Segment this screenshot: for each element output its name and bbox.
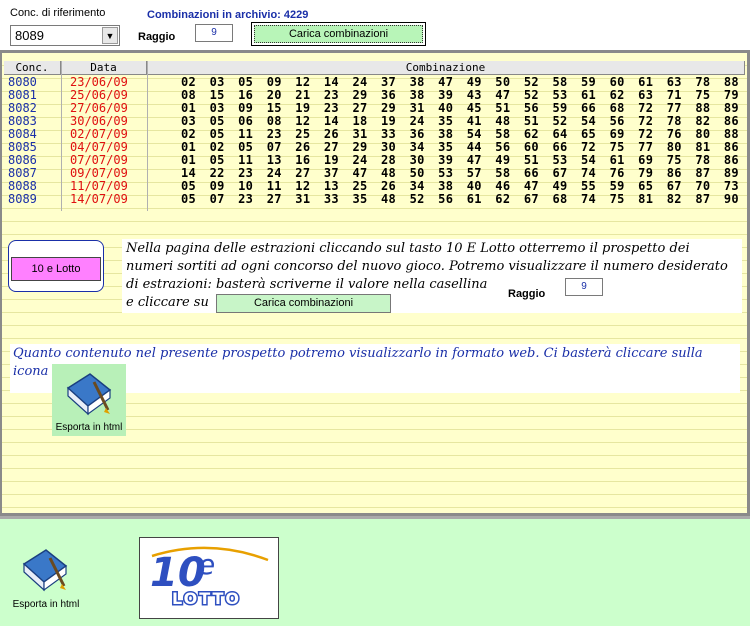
table-body: 8080 23/06/09 02 03 05 09 12 14 24 37 38 4… (4, 76, 744, 206)
book-pen-icon (66, 373, 112, 416)
instructions-line: numeri sortiti ad ogni concorso del nuov… (126, 259, 728, 274)
export-html-button[interactable]: Esporta in html (8, 544, 84, 614)
date-cell: 14/07/09 (70, 192, 128, 206)
example-raggio-input: 9 (565, 278, 603, 296)
conc-select-value: 8089 (15, 28, 44, 43)
chevron-down-icon[interactable]: ▼ (102, 27, 118, 44)
web-export-line: Quanto contenuto nel presente prospetto … (13, 346, 703, 361)
toolbar: Conc. di riferimento 8089 ▼ Combinazioni… (0, 0, 750, 50)
logo-e: e (198, 548, 215, 581)
instructions-line: Nella pagina delle estrazioni cliccando … (126, 241, 690, 256)
export-html-example: Esporta in html (52, 364, 126, 436)
col-header-combinazione: Combinazione (147, 61, 745, 75)
raggio-label: Raggio (138, 31, 176, 43)
raggio-input[interactable]: 9 (195, 24, 233, 42)
load-combinations-button[interactable]: Carica combinazioni (251, 22, 426, 46)
export-html-label: Esporta in html (12, 599, 80, 610)
conc-label: Conc. di riferimento (10, 7, 106, 19)
example-raggio-label: Raggio (508, 288, 546, 300)
logo-lotto: LOTTO (172, 589, 241, 608)
table-row[interactable]: 8089 14/07/09 05 07 23 27 31 33 35 48 52 5… (4, 193, 744, 206)
conc-cell: 8089 (8, 192, 37, 206)
instructions-line: di estrazioni: basterà scriverne il valo… (126, 277, 488, 292)
col-header-data: Data (61, 61, 147, 75)
load-combinations-label: Carica combinazioni (254, 25, 423, 43)
example-load-button: Carica combinazioni (216, 294, 391, 313)
book-pen-icon (22, 549, 68, 592)
numbers-cell: 05 07 23 27 31 33 35 48 52 56 61 62 67 6… (181, 192, 739, 206)
ten-e-lotto-button[interactable]: 10 e Lotto (11, 257, 101, 281)
instructions-text: Nella pagina delle estrazioni cliccando … (122, 239, 742, 313)
ten-e-lotto-logo-graphic: 10 e LOTTO (150, 546, 269, 610)
footer-panel (0, 516, 750, 626)
archive-count: Combinazioni in archivio: 4229 (147, 9, 309, 21)
conc-select[interactable]: 8089 ▼ (10, 25, 120, 46)
col-header-conc: Conc. (4, 61, 61, 75)
ten-e-lotto-logo[interactable]: 10 e LOTTO (139, 537, 279, 619)
export-html-label: Esporta in html (55, 422, 123, 433)
ten-e-lotto-frame: 10 e Lotto (8, 240, 104, 292)
